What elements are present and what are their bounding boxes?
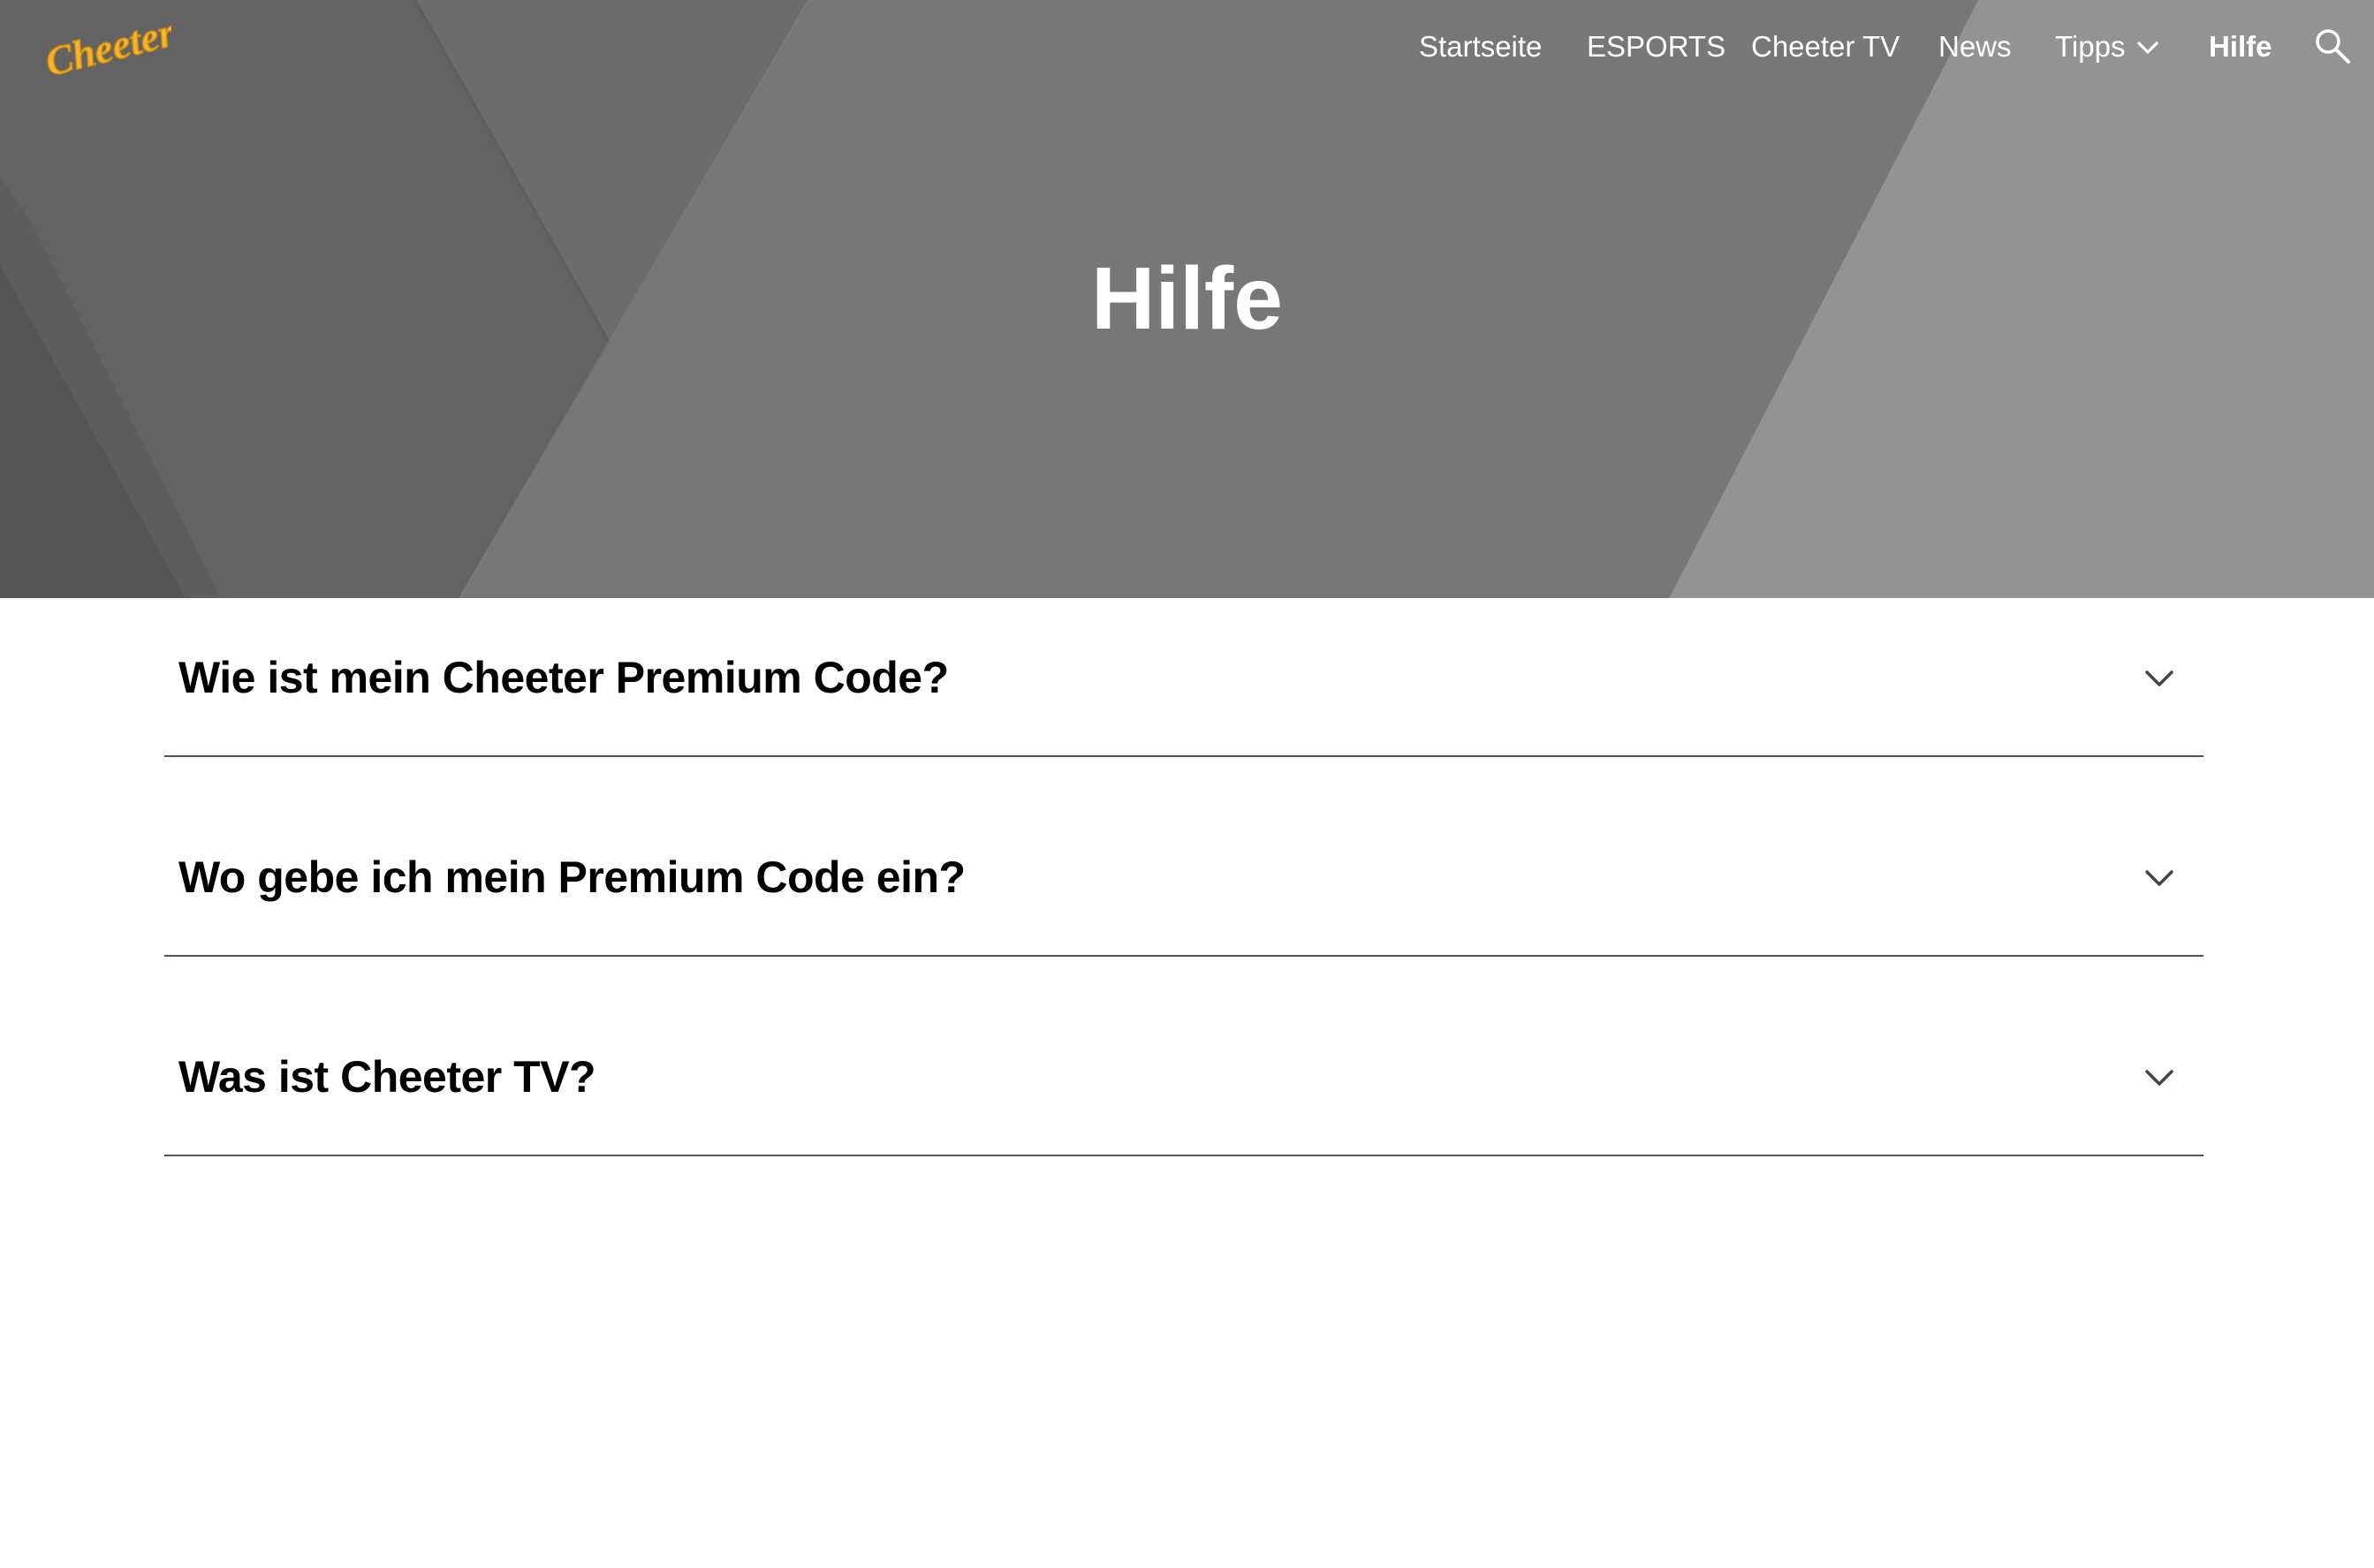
hero-banner: Cheeter Startseite ESPORTS Cheeter TV Ne… bbox=[0, 0, 2374, 598]
page-title: Hilfe bbox=[1091, 249, 1283, 348]
chevron-down-icon[interactable] bbox=[2142, 663, 2177, 693]
faq-item[interactable]: Wie ist mein Cheeter Premium Code? bbox=[164, 598, 2203, 757]
faq-question[interactable]: Wie ist mein Cheeter Premium Code? bbox=[178, 642, 949, 713]
nav-item-esports[interactable]: ESPORTS bbox=[1587, 27, 1726, 67]
chevron-down-icon[interactable] bbox=[2135, 35, 2160, 60]
faq-question[interactable]: Wo gebe ich mein Premium Code ein? bbox=[178, 842, 966, 913]
search-icon[interactable] bbox=[2311, 25, 2354, 67]
faq-item[interactable]: Was ist Cheeter TV? bbox=[164, 997, 2203, 1156]
faq-item[interactable]: Wo gebe ich mein Premium Code ein? bbox=[164, 798, 2203, 957]
chevron-down-icon[interactable] bbox=[2142, 1063, 2177, 1093]
main-navigation: Startseite ESPORTS Cheeter TV News Tipps… bbox=[0, 0, 2374, 94]
nav-item-hilfe[interactable]: Hilfe bbox=[2209, 27, 2272, 67]
faq-divider bbox=[164, 955, 2203, 957]
faq-question[interactable]: Was ist Cheeter TV? bbox=[178, 1042, 596, 1112]
nav-item-news[interactable]: News bbox=[1938, 27, 2012, 67]
faq-divider bbox=[164, 755, 2203, 757]
nav-item-startseite[interactable]: Startseite bbox=[1419, 27, 1542, 67]
faq-divider bbox=[164, 1155, 2203, 1156]
chevron-down-icon[interactable] bbox=[2142, 863, 2177, 893]
nav-item-cheeter-tv[interactable]: Cheeter TV bbox=[1751, 27, 1900, 67]
nav-item-tipps[interactable]: Tipps bbox=[2055, 27, 2125, 67]
